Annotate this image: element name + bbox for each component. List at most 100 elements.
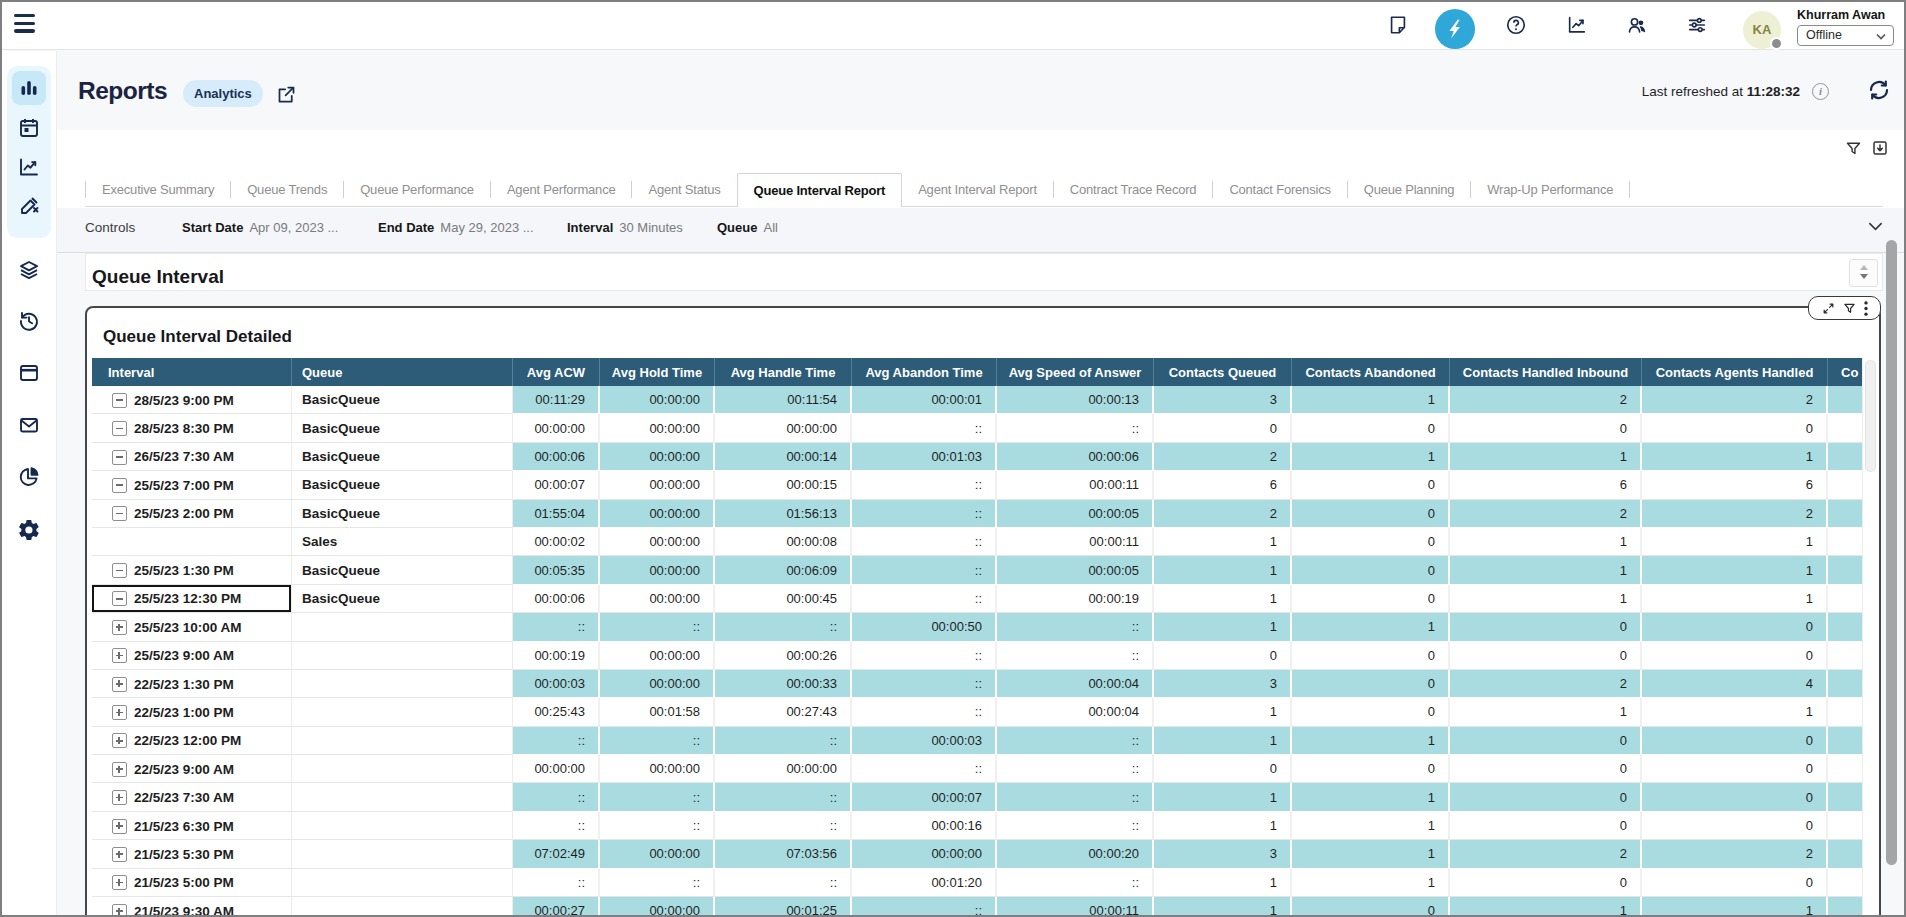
value-cell[interactable]: 00:00:00 <box>513 755 600 783</box>
value-cell[interactable]: 00:00:07 <box>852 783 997 811</box>
value-cell[interactable]: 0 <box>1642 812 1828 840</box>
interval-cell[interactable]: 25/5/23 1:30 PM <box>92 556 292 584</box>
value-cell[interactable]: 00:00:00 <box>600 585 715 613</box>
external-link-icon[interactable] <box>276 84 297 105</box>
value-cell[interactable]: 00:01:03 <box>852 443 997 471</box>
tab-agent-interval-report[interactable]: Agent Interval Report <box>902 172 1053 207</box>
interval-cell[interactable]: 21/5/23 9:30 AM <box>92 897 292 917</box>
users-icon[interactable] <box>1626 14 1648 36</box>
collapse-icon[interactable] <box>112 506 127 521</box>
page-scrollbar-thumb[interactable] <box>1886 240 1897 865</box>
col-header-contacts-handled-inbound[interactable]: Contacts Handled Inbound <box>1450 358 1642 386</box>
value-cell[interactable]: 2 <box>1642 386 1828 414</box>
interval-cell[interactable]: 21/5/23 5:00 PM <box>92 869 292 897</box>
value-cell[interactable]: 0 <box>1292 500 1450 528</box>
col-header-avg-hold-time[interactable]: Avg Hold Time <box>600 358 715 386</box>
value-cell[interactable]: 0 <box>1292 698 1450 726</box>
queue-cell[interactable] <box>292 812 513 840</box>
tab-queue-performance[interactable]: Queue Performance <box>344 172 490 207</box>
value-cell[interactable]: 00:00:05 <box>997 556 1154 584</box>
value-cell[interactable]: :: <box>600 783 715 811</box>
status-select[interactable]: Offline <box>1797 25 1894 46</box>
help-icon[interactable] <box>1505 14 1527 36</box>
value-cell[interactable]: :: <box>997 414 1154 442</box>
interval-cell[interactable]: 22/5/23 12:00 PM <box>92 727 292 755</box>
queue-cell[interactable] <box>292 897 513 917</box>
value-cell[interactable]: 3 <box>1154 386 1292 414</box>
queue-cell[interactable] <box>292 869 513 897</box>
value-cell[interactable]: 1 <box>1154 613 1292 641</box>
value-cell[interactable]: 6 <box>1154 471 1292 499</box>
value-cell[interactable]: 0 <box>1154 414 1292 442</box>
value-cell[interactable]: :: <box>997 869 1154 897</box>
value-cell[interactable]: 0 <box>1292 471 1450 499</box>
value-cell[interactable]: 0 <box>1450 783 1642 811</box>
value-cell[interactable]: 00:00:50 <box>852 613 997 641</box>
value-cell[interactable]: 1 <box>1642 698 1828 726</box>
value-cell[interactable]: 0 <box>1642 727 1828 755</box>
value-cell[interactable]: 1 <box>1154 528 1292 556</box>
line-chart-icon[interactable] <box>17 155 41 179</box>
interval-cell[interactable]: 22/5/23 7:30 AM <box>92 783 292 811</box>
value-cell[interactable]: 1 <box>1292 443 1450 471</box>
value-cell[interactable]: 00:00:04 <box>997 670 1154 698</box>
interval-cell[interactable]: 28/5/23 8:30 PM <box>92 414 292 442</box>
col-header-avg-abandon-time[interactable]: Avg Abandon Time <box>852 358 997 386</box>
value-cell[interactable]: :: <box>600 812 715 840</box>
col-header-avg-speed-of-answer[interactable]: Avg Speed of Answer <box>997 358 1154 386</box>
value-cell[interactable]: :: <box>715 869 852 897</box>
value-cell[interactable]: :: <box>997 642 1154 670</box>
expand-icon[interactable] <box>112 819 127 834</box>
value-cell[interactable]: 2 <box>1154 443 1292 471</box>
value-cell[interactable]: 00:01:58 <box>600 698 715 726</box>
info-icon[interactable]: i <box>1812 83 1829 100</box>
expand-icon[interactable] <box>1822 302 1835 315</box>
expand-icon[interactable] <box>112 762 127 777</box>
value-cell[interactable]: 00:00:00 <box>600 840 715 868</box>
value-cell[interactable]: 0 <box>1154 642 1292 670</box>
value-cell[interactable]: 00:27:43 <box>715 698 852 726</box>
value-cell[interactable]: :: <box>513 869 600 897</box>
queue-cell[interactable]: Sales <box>292 528 513 556</box>
collapse-icon[interactable] <box>112 591 127 606</box>
control-end-date[interactable]: End DateMay 29, 2023 ... <box>378 220 534 235</box>
queue-cell[interactable] <box>292 783 513 811</box>
value-cell[interactable]: 00:00:02 <box>513 528 600 556</box>
value-cell[interactable]: 0 <box>1292 556 1450 584</box>
value-cell[interactable]: 1 <box>1292 869 1450 897</box>
tab-executive-summary[interactable]: Executive Summary <box>86 172 230 207</box>
value-cell[interactable]: :: <box>600 613 715 641</box>
value-cell[interactable]: 00:00:01 <box>852 386 997 414</box>
col-header-contacts-abandoned[interactable]: Contacts Abandoned <box>1292 358 1450 386</box>
value-cell[interactable]: :: <box>852 897 997 917</box>
value-cell[interactable]: 0 <box>1292 414 1450 442</box>
refresh-icon[interactable] <box>1867 78 1891 102</box>
value-cell[interactable]: 00:00:08 <box>715 528 852 556</box>
value-cell[interactable]: 1 <box>1642 897 1828 917</box>
value-cell[interactable]: 1 <box>1450 443 1642 471</box>
chevron-down-icon[interactable] <box>1867 218 1884 235</box>
value-cell[interactable]: 1 <box>1642 556 1828 584</box>
queue-cell[interactable] <box>292 698 513 726</box>
value-cell[interactable]: 0 <box>1450 414 1642 442</box>
value-cell[interactable]: 3 <box>1154 670 1292 698</box>
collapse-icon[interactable] <box>112 421 127 436</box>
value-cell[interactable]: 0 <box>1642 783 1828 811</box>
value-cell[interactable]: 00:00:00 <box>600 528 715 556</box>
value-cell[interactable]: 00:00:00 <box>600 500 715 528</box>
menu-icon[interactable] <box>14 14 35 34</box>
sliders-icon[interactable] <box>1686 14 1708 36</box>
value-cell[interactable]: 00:00:00 <box>600 386 715 414</box>
expand-icon[interactable] <box>112 904 127 917</box>
interval-cell[interactable]: 25/5/23 10:00 AM <box>92 613 292 641</box>
queue-cell[interactable] <box>292 840 513 868</box>
value-cell[interactable]: 1 <box>1154 698 1292 726</box>
expand-icon[interactable] <box>112 620 127 635</box>
tab-contact-forensics[interactable]: Contact Forensics <box>1213 172 1346 207</box>
value-cell[interactable]: 00:00:19 <box>513 642 600 670</box>
value-cell[interactable]: 00:00:45 <box>715 585 852 613</box>
value-cell[interactable]: 00:00:00 <box>600 642 715 670</box>
history-icon[interactable] <box>17 309 41 333</box>
value-cell[interactable]: 00:00:06 <box>513 585 600 613</box>
interval-cell[interactable]: 21/5/23 6:30 PM <box>92 812 292 840</box>
